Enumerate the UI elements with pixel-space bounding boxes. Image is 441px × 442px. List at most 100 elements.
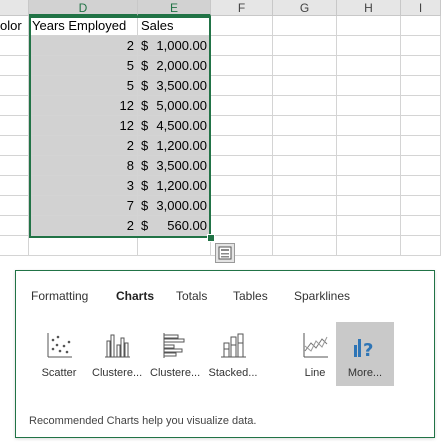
cell-sales[interactable]: $2,000.00 bbox=[138, 56, 211, 76]
cell-years-employed[interactable]: 3 bbox=[29, 176, 138, 196]
cell-empty[interactable] bbox=[401, 116, 441, 136]
cell-empty[interactable] bbox=[0, 216, 29, 236]
tab-formatting[interactable]: Formatting bbox=[31, 289, 88, 303]
cell-empty[interactable] bbox=[211, 96, 273, 116]
cell-empty[interactable] bbox=[337, 56, 401, 76]
cell-empty[interactable] bbox=[401, 216, 441, 236]
tab-sparklines[interactable]: Sparklines bbox=[294, 289, 350, 303]
cell-empty[interactable] bbox=[273, 216, 337, 236]
cell-empty[interactable] bbox=[273, 236, 337, 256]
cell-empty[interactable] bbox=[0, 56, 29, 76]
column-header-e[interactable]: E bbox=[138, 0, 211, 16]
cell-empty[interactable] bbox=[0, 96, 29, 116]
cell-empty[interactable] bbox=[337, 216, 401, 236]
cell-empty[interactable] bbox=[337, 176, 401, 196]
tab-tables[interactable]: Tables bbox=[233, 289, 268, 303]
cell-empty[interactable] bbox=[273, 56, 337, 76]
tab-charts[interactable]: Charts bbox=[116, 289, 154, 303]
tab-totals[interactable]: Totals bbox=[176, 289, 207, 303]
cell-sales[interactable]: $3,000.00 bbox=[138, 196, 211, 216]
quick-analysis-button[interactable] bbox=[215, 243, 235, 263]
cell-years-employed[interactable]: 2 bbox=[29, 136, 138, 156]
line-option[interactable]: Line bbox=[290, 322, 340, 386]
cell-empty[interactable] bbox=[401, 16, 441, 36]
cell-partial-header[interactable]: olor bbox=[0, 16, 29, 36]
cell-empty[interactable] bbox=[211, 36, 273, 56]
cell-empty[interactable] bbox=[337, 36, 401, 56]
column-header-g[interactable]: G bbox=[273, 0, 337, 16]
cell-empty[interactable] bbox=[211, 16, 273, 36]
cell-empty[interactable] bbox=[337, 236, 401, 256]
cell-sales[interactable]: $1,000.00 bbox=[138, 36, 211, 56]
cell-empty[interactable] bbox=[211, 176, 273, 196]
cell-years-employed[interactable]: 5 bbox=[29, 76, 138, 96]
cell-years-employed[interactable]: 12 bbox=[29, 116, 138, 136]
cell-empty[interactable] bbox=[401, 96, 441, 116]
clustered-column-option[interactable]: Clustere... bbox=[92, 322, 142, 386]
cell-empty[interactable] bbox=[0, 196, 29, 216]
cell-sales[interactable]: $560.00 bbox=[138, 216, 211, 236]
cell-empty[interactable] bbox=[211, 56, 273, 76]
cell-sales[interactable]: $5,000.00 bbox=[138, 96, 211, 116]
cell-empty[interactable] bbox=[401, 76, 441, 96]
cell-empty[interactable] bbox=[0, 76, 29, 96]
cell-years-employed[interactable]: 2 bbox=[29, 216, 138, 236]
cell-years-employed[interactable]: 5 bbox=[29, 56, 138, 76]
cell-empty[interactable] bbox=[0, 236, 29, 256]
column-header-partial[interactable] bbox=[0, 0, 29, 16]
cell-sales[interactable]: $3,500.00 bbox=[138, 156, 211, 176]
cell-sales[interactable]: $3,500.00 bbox=[138, 76, 211, 96]
cell-empty[interactable] bbox=[273, 196, 337, 216]
cell-sales[interactable]: $1,200.00 bbox=[138, 176, 211, 196]
column-header-f[interactable]: F bbox=[211, 0, 273, 16]
cell-empty[interactable] bbox=[401, 136, 441, 156]
cell-empty[interactable] bbox=[401, 36, 441, 56]
cell-empty[interactable] bbox=[337, 196, 401, 216]
stacked-column-option[interactable]: Stacked... bbox=[208, 322, 258, 386]
cell-empty[interactable] bbox=[0, 116, 29, 136]
cell-empty[interactable] bbox=[337, 116, 401, 136]
cell-empty[interactable] bbox=[273, 156, 337, 176]
cell-years-employed[interactable]: 2 bbox=[29, 36, 138, 56]
cell-empty[interactable] bbox=[337, 156, 401, 176]
cell-empty[interactable] bbox=[0, 136, 29, 156]
cell-empty[interactable] bbox=[401, 236, 441, 256]
header-years-employed[interactable]: Years Employed bbox=[29, 16, 138, 36]
cell-empty[interactable] bbox=[273, 36, 337, 56]
clustered-bar-option[interactable]: Clustere... bbox=[150, 322, 200, 386]
cell-empty[interactable] bbox=[401, 56, 441, 76]
cell-years-employed[interactable]: 12 bbox=[29, 96, 138, 116]
cell-empty[interactable] bbox=[273, 136, 337, 156]
column-header-d[interactable]: D bbox=[29, 0, 138, 16]
cell-empty[interactable] bbox=[211, 76, 273, 96]
cell-empty[interactable] bbox=[211, 196, 273, 216]
cell-empty[interactable] bbox=[273, 96, 337, 116]
cell-empty[interactable] bbox=[211, 156, 273, 176]
cell-empty[interactable] bbox=[273, 16, 337, 36]
cell-empty[interactable] bbox=[273, 76, 337, 96]
scatter-option[interactable]: Scatter bbox=[34, 322, 84, 386]
cell-empty[interactable] bbox=[211, 136, 273, 156]
cell-years-employed[interactable]: 8 bbox=[29, 156, 138, 176]
fill-handle[interactable] bbox=[207, 234, 215, 242]
cell-sales[interactable]: $4,500.00 bbox=[138, 116, 211, 136]
cell-empty[interactable] bbox=[138, 236, 211, 256]
cell-empty[interactable] bbox=[401, 156, 441, 176]
cell-years-employed[interactable]: 7 bbox=[29, 196, 138, 216]
cell-empty[interactable] bbox=[211, 116, 273, 136]
cell-empty[interactable] bbox=[0, 176, 29, 196]
cell-empty[interactable] bbox=[337, 16, 401, 36]
cell-empty[interactable] bbox=[0, 156, 29, 176]
cell-empty[interactable] bbox=[211, 216, 273, 236]
cell-sales[interactable]: $1,200.00 bbox=[138, 136, 211, 156]
cell-empty[interactable] bbox=[29, 236, 138, 256]
cell-empty[interactable] bbox=[401, 196, 441, 216]
more-charts-option[interactable]: ? More... bbox=[336, 322, 394, 386]
cell-empty[interactable] bbox=[0, 36, 29, 56]
cell-empty[interactable] bbox=[337, 136, 401, 156]
column-header-h[interactable]: H bbox=[337, 0, 401, 16]
cell-empty[interactable] bbox=[401, 176, 441, 196]
cell-empty[interactable] bbox=[273, 176, 337, 196]
column-header-i[interactable]: I bbox=[401, 0, 441, 16]
cell-empty[interactable] bbox=[337, 96, 401, 116]
